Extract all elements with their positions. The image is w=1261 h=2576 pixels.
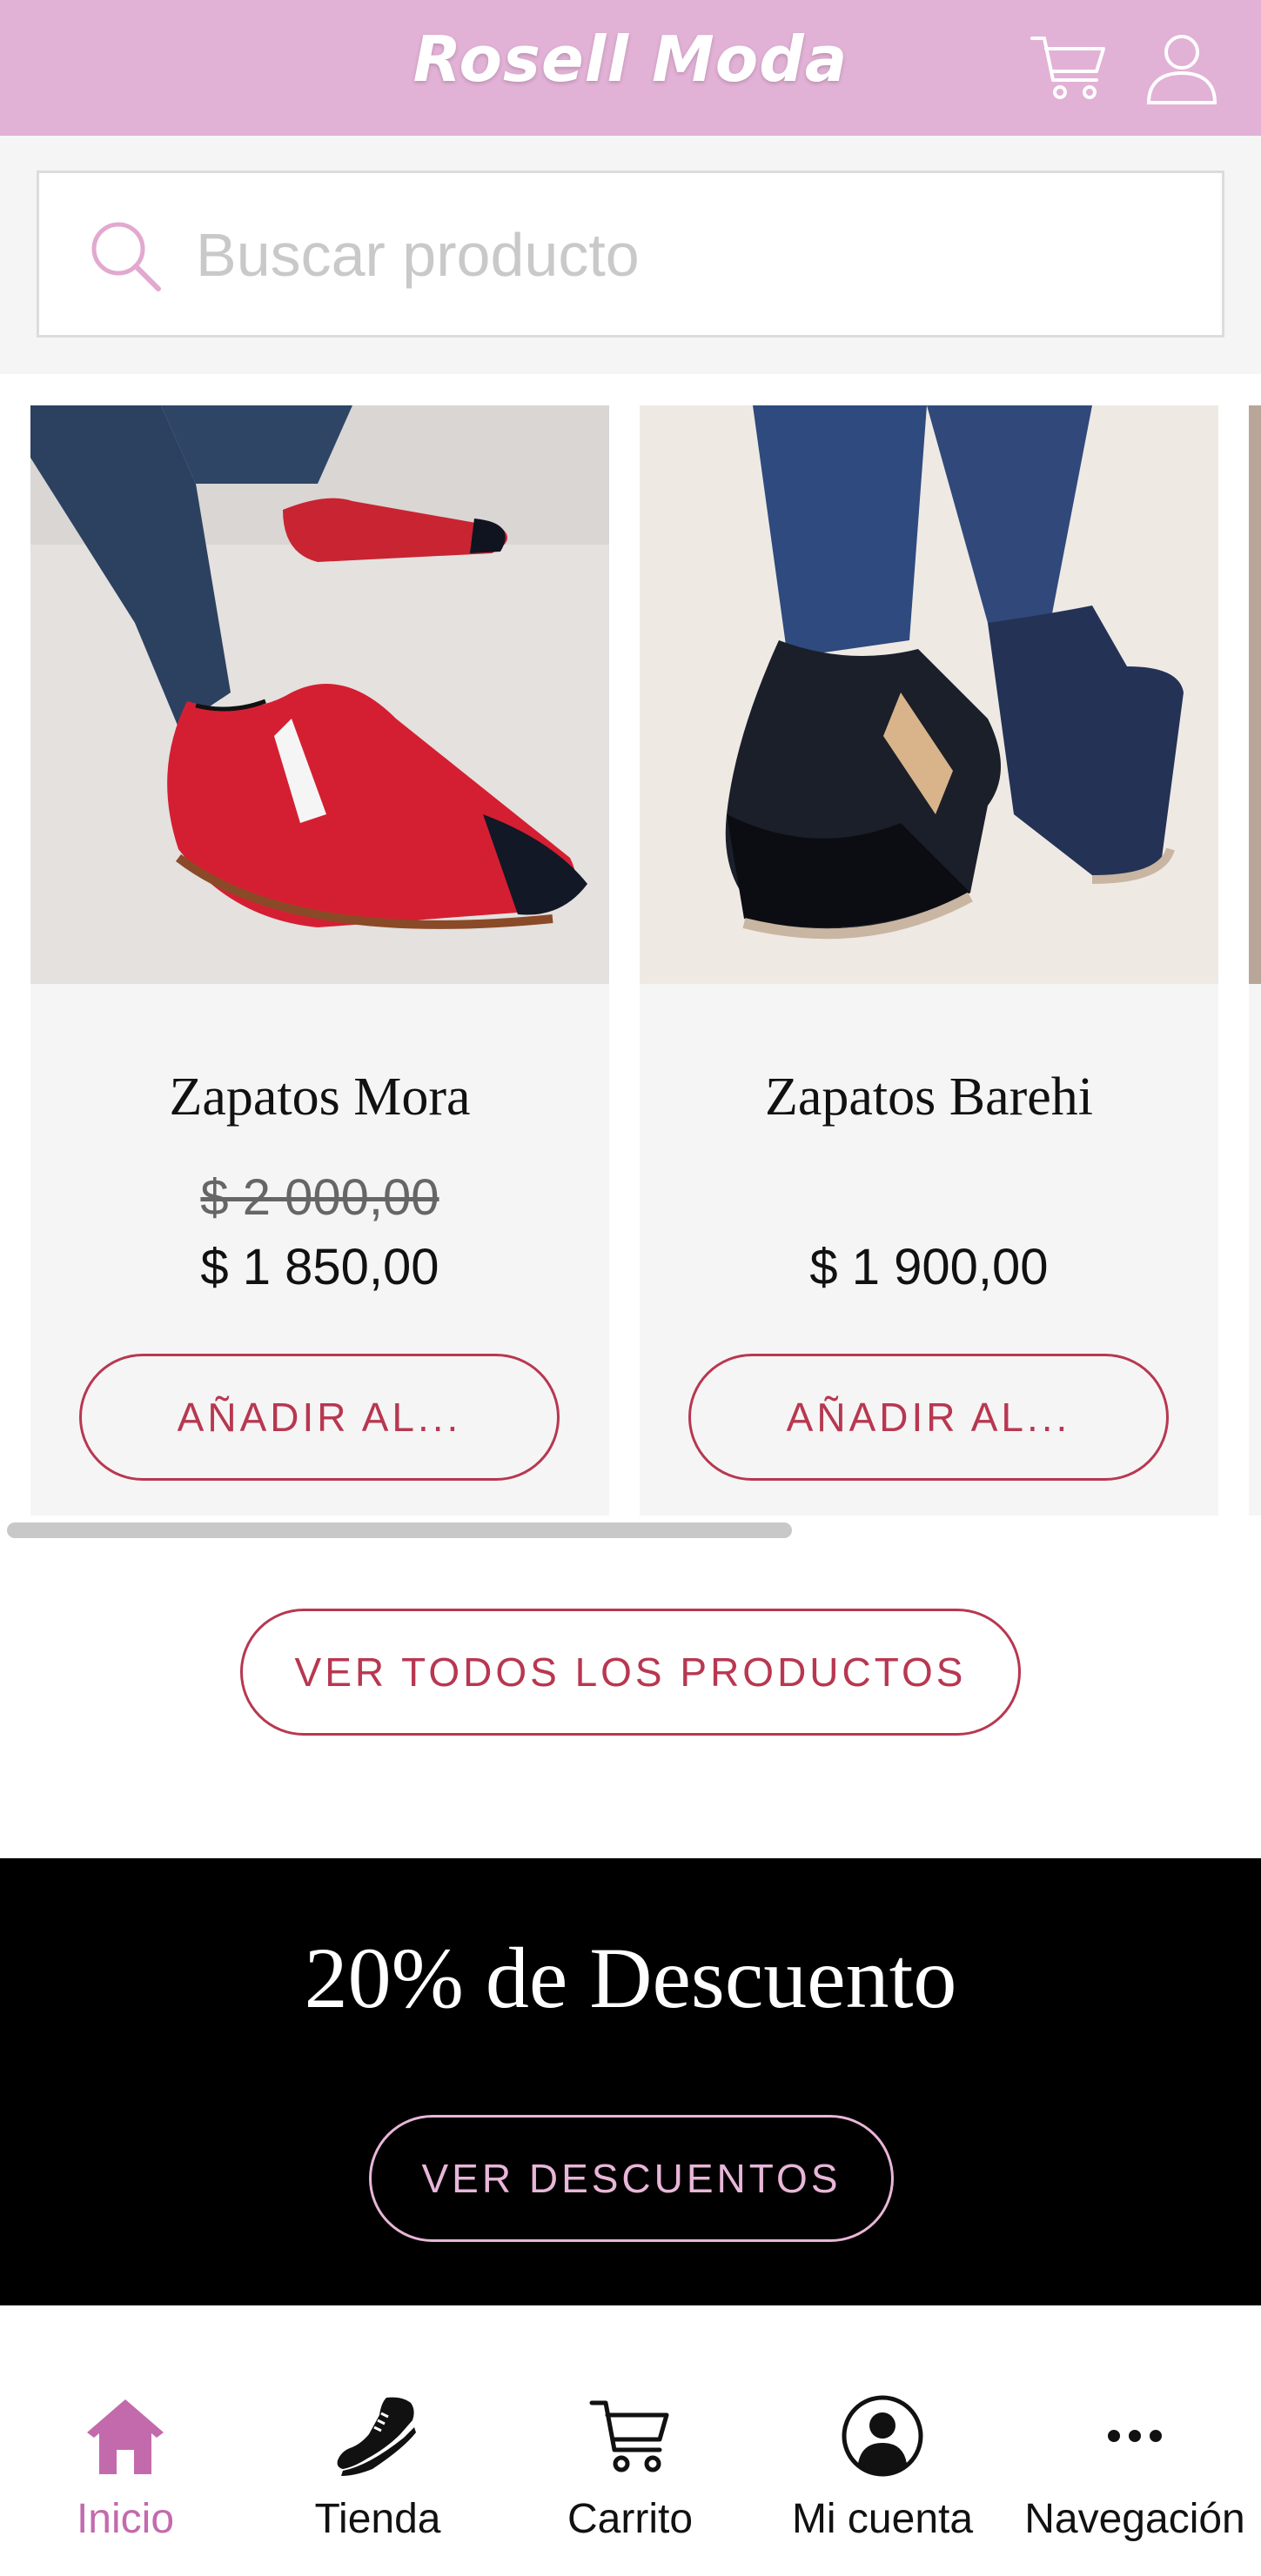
product-card[interactable] — [1249, 405, 1261, 1515]
view-discounts-button[interactable]: VER DESCUENTOS — [369, 2115, 894, 2242]
product-image[interactable] — [640, 405, 1218, 984]
search-input[interactable] — [196, 216, 1197, 294]
nav-label: Navegación — [1024, 2496, 1245, 2542]
carousel-scrollbar[interactable] — [7, 1522, 792, 1538]
product-name[interactable]: Zapatos Mora — [30, 1067, 609, 1128]
add-to-cart-button[interactable]: AÑADIR AL... — [79, 1354, 560, 1481]
nav-item-carrito[interactable]: Carrito — [504, 2392, 756, 2566]
product-old-price: $ 2 000,00 — [200, 1169, 439, 1226]
nav-label: Carrito — [567, 2496, 694, 2542]
product-card[interactable]: Zapatos Barehi $ 1 900,00 AÑADIR AL... — [640, 405, 1218, 1515]
cart-icon[interactable] — [1027, 26, 1110, 110]
account-icon — [842, 2395, 923, 2477]
product-carousel[interactable]: Zapatos Mora $ 2 000,00 $ 1 850,00 AÑADI… — [0, 374, 1261, 1540]
cart-icon — [589, 2400, 669, 2472]
product-image[interactable] — [30, 405, 609, 984]
nav-label: Tienda — [314, 2496, 441, 2542]
product-name[interactable]: Zapatos Barehi — [640, 1067, 1218, 1128]
product-card[interactable]: Zapatos Mora $ 2 000,00 $ 1 850,00 AÑADI… — [30, 405, 609, 1515]
product-price: $ 1 900,00 — [809, 1239, 1049, 1295]
nav-label: Inicio — [76, 2496, 175, 2542]
nav-item-navegacion[interactable]: Navegación — [1009, 2392, 1261, 2566]
search-icon — [91, 222, 161, 291]
promo-title: 20% de Descuento — [304, 1930, 957, 2026]
nav-label: Mi cuenta — [791, 2496, 974, 2542]
product-price: $ 1 850,00 — [200, 1239, 439, 1295]
app-header: Rosell Moda — [0, 0, 1261, 136]
view-all-products-button[interactable]: VER TODOS LOS PRODUCTOS — [240, 1609, 1021, 1736]
nav-item-tienda[interactable]: Tienda — [252, 2392, 504, 2566]
add-to-cart-button[interactable]: AÑADIR AL... — [688, 1354, 1169, 1481]
home-icon — [87, 2399, 164, 2474]
nav-item-mi-cuenta[interactable]: Mi cuenta — [756, 2392, 1009, 2566]
product-image[interactable] — [1249, 405, 1261, 984]
nav-item-inicio[interactable]: Inicio — [0, 2392, 252, 2566]
more-icon — [1108, 2430, 1162, 2442]
sneaker-icon — [337, 2397, 416, 2476]
discount-banner: 20% de Descuento VER DESCUENTOS — [0, 1858, 1261, 2305]
user-icon[interactable] — [1140, 26, 1224, 110]
bottom-nav: Inicio Tienda Carrito Mi cuenta Navegaci… — [0, 2305, 1261, 2576]
